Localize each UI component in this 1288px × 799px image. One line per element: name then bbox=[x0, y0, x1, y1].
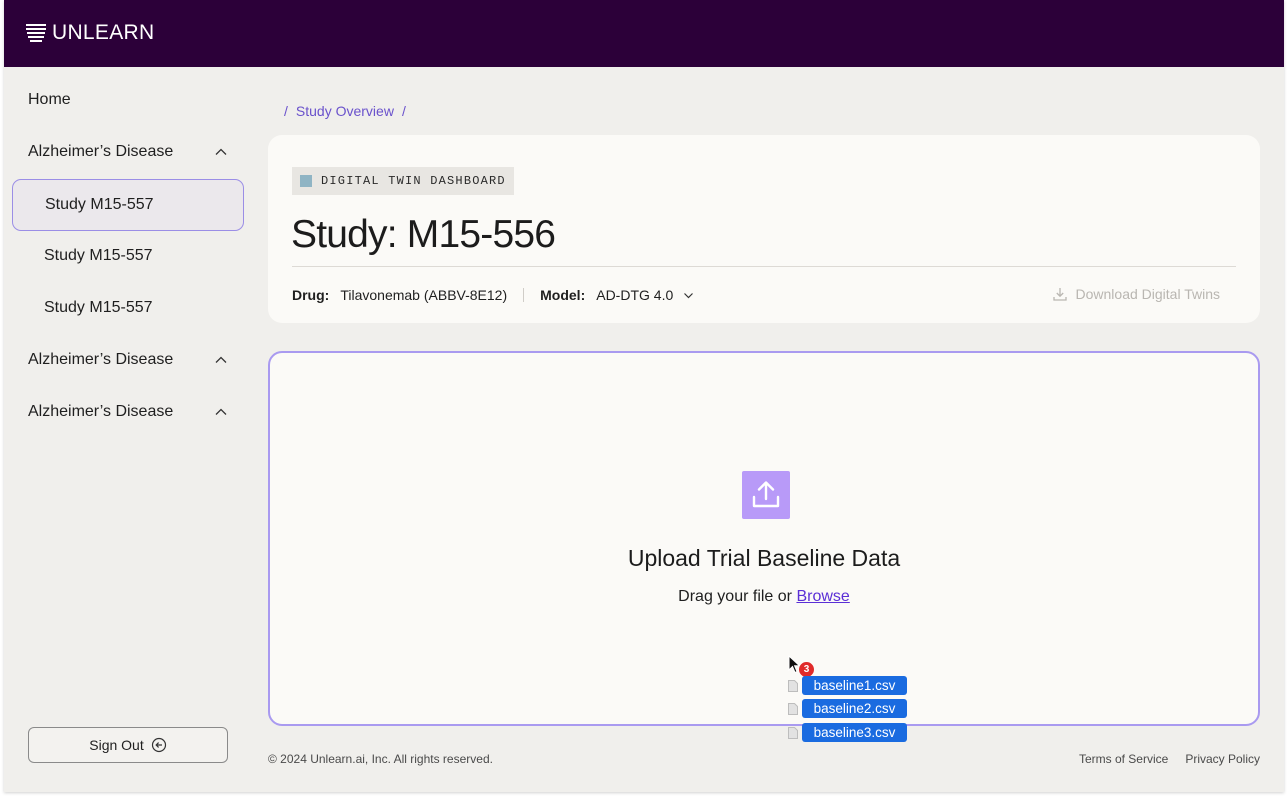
sidebar-group-alzheimers-3[interactable]: Alzheimer’s Disease bbox=[12, 386, 244, 438]
drag-file-row: baseline1.csv bbox=[788, 676, 907, 695]
browse-link[interactable]: Browse bbox=[796, 588, 849, 605]
sidebar-item-home[interactable]: Home bbox=[12, 74, 244, 126]
drag-file-name: baseline3.csv bbox=[802, 723, 907, 742]
upload-title: Upload Trial Baseline Data bbox=[627, 545, 901, 571]
drag-file-name: baseline2.csv bbox=[802, 699, 907, 718]
drag-file-name: baseline1.csv bbox=[802, 676, 907, 695]
sidebar-item-label: Alzheimer’s Disease bbox=[28, 351, 174, 368]
sidebar-group-alzheimers-1[interactable]: Alzheimer’s Disease bbox=[12, 126, 244, 178]
sidebar-item-study-3[interactable]: Study M15-557 bbox=[12, 282, 244, 334]
app-window: UNLEARN Home Alzheimer’s Disease Study M… bbox=[4, 0, 1284, 792]
model-select[interactable]: AD-DTG 4.0 bbox=[596, 287, 694, 303]
drag-count-badge: 3 bbox=[799, 662, 814, 677]
badge-label: DIGITAL TWIN DASHBOARD bbox=[321, 174, 506, 188]
study-card: DIGITAL TWIN DASHBOARD Study: M15-556 Dr… bbox=[268, 135, 1260, 323]
sign-out-label: Sign Out bbox=[89, 737, 144, 753]
file-icon bbox=[788, 726, 798, 739]
breadcrumb-separator: / bbox=[401, 103, 406, 119]
footer-links: Terms of Service Privacy Policy bbox=[1079, 752, 1260, 766]
file-icon bbox=[788, 702, 798, 715]
unlearn-logo-icon bbox=[26, 24, 46, 42]
sidebar: Home Alzheimer’s Disease Study M15-557 S… bbox=[4, 67, 256, 792]
study-meta: Drug: Tilavonemab (ABBV-8E12) Model: AD-… bbox=[292, 286, 694, 304]
chevron-up-icon[interactable] bbox=[214, 145, 228, 159]
model-value: AD-DTG 4.0 bbox=[596, 287, 674, 303]
terms-of-service-link[interactable]: Terms of Service bbox=[1079, 752, 1168, 766]
download-label: Download Digital Twins bbox=[1075, 286, 1220, 302]
chevron-up-icon[interactable] bbox=[214, 405, 228, 419]
model-label: Model: bbox=[540, 287, 586, 303]
meta-divider bbox=[523, 288, 525, 302]
breadcrumb-separator: / bbox=[284, 103, 288, 119]
footer-copyright: © 2024 Unlearn.ai, Inc. All rights reser… bbox=[268, 752, 493, 766]
download-icon bbox=[1052, 288, 1067, 301]
upload-dropzone[interactable]: Upload Trial Baseline Data Drag your fil… bbox=[268, 351, 1260, 726]
upload-icon bbox=[742, 471, 790, 519]
sidebar-item-label: Alzheimer’s Disease bbox=[28, 143, 174, 160]
breadcrumb-study-overview[interactable]: Study Overview bbox=[296, 103, 394, 119]
breadcrumb: / Study Overview / bbox=[284, 103, 406, 119]
top-bar: UNLEARN bbox=[4, 0, 1284, 67]
dashboard-badge: DIGITAL TWIN DASHBOARD bbox=[292, 167, 514, 195]
divider bbox=[292, 266, 1236, 267]
sidebar-item-study-2[interactable]: Study M15-557 bbox=[12, 230, 244, 282]
brand-logo[interactable]: UNLEARN bbox=[26, 21, 154, 45]
upload-instructions: Drag your file or Browse bbox=[270, 588, 1258, 606]
drag-file-row: baseline2.csv bbox=[788, 699, 907, 718]
chevron-up-icon[interactable] bbox=[214, 353, 228, 367]
brand-name: UNLEARN bbox=[52, 21, 155, 44]
drug-label: Drug: bbox=[292, 287, 330, 303]
sidebar-item-label: Study M15-557 bbox=[44, 247, 153, 264]
drug-value: Tilavonemab (ABBV-8E12) bbox=[340, 287, 508, 303]
sidebar-group-alzheimers-2[interactable]: Alzheimer’s Disease bbox=[12, 334, 244, 386]
sidebar-item-label: Study M15-557 bbox=[44, 299, 153, 316]
upload-prompt: Drag your file or bbox=[678, 588, 792, 605]
badge-square-icon bbox=[300, 175, 312, 187]
drag-file-row: baseline3.csv bbox=[788, 723, 907, 742]
sidebar-item-label: Alzheimer’s Disease bbox=[28, 403, 174, 420]
privacy-policy-link[interactable]: Privacy Policy bbox=[1185, 752, 1260, 766]
sidebar-item-label: Home bbox=[28, 91, 71, 108]
chevron-down-icon bbox=[684, 292, 694, 298]
page-title: Study: M15-556 bbox=[291, 213, 556, 256]
sidebar-item-study-1[interactable]: Study M15-557 bbox=[12, 179, 244, 231]
sign-out-button[interactable]: Sign Out bbox=[28, 727, 228, 763]
drag-preview: 3 baseline1.csv baseline2.csv baseline3.… bbox=[782, 655, 922, 745]
download-digital-twins-button[interactable]: Download Digital Twins bbox=[1052, 286, 1220, 302]
sign-out-icon bbox=[151, 737, 166, 753]
file-icon bbox=[788, 679, 798, 692]
sidebar-item-label: Study M15-557 bbox=[45, 196, 154, 213]
